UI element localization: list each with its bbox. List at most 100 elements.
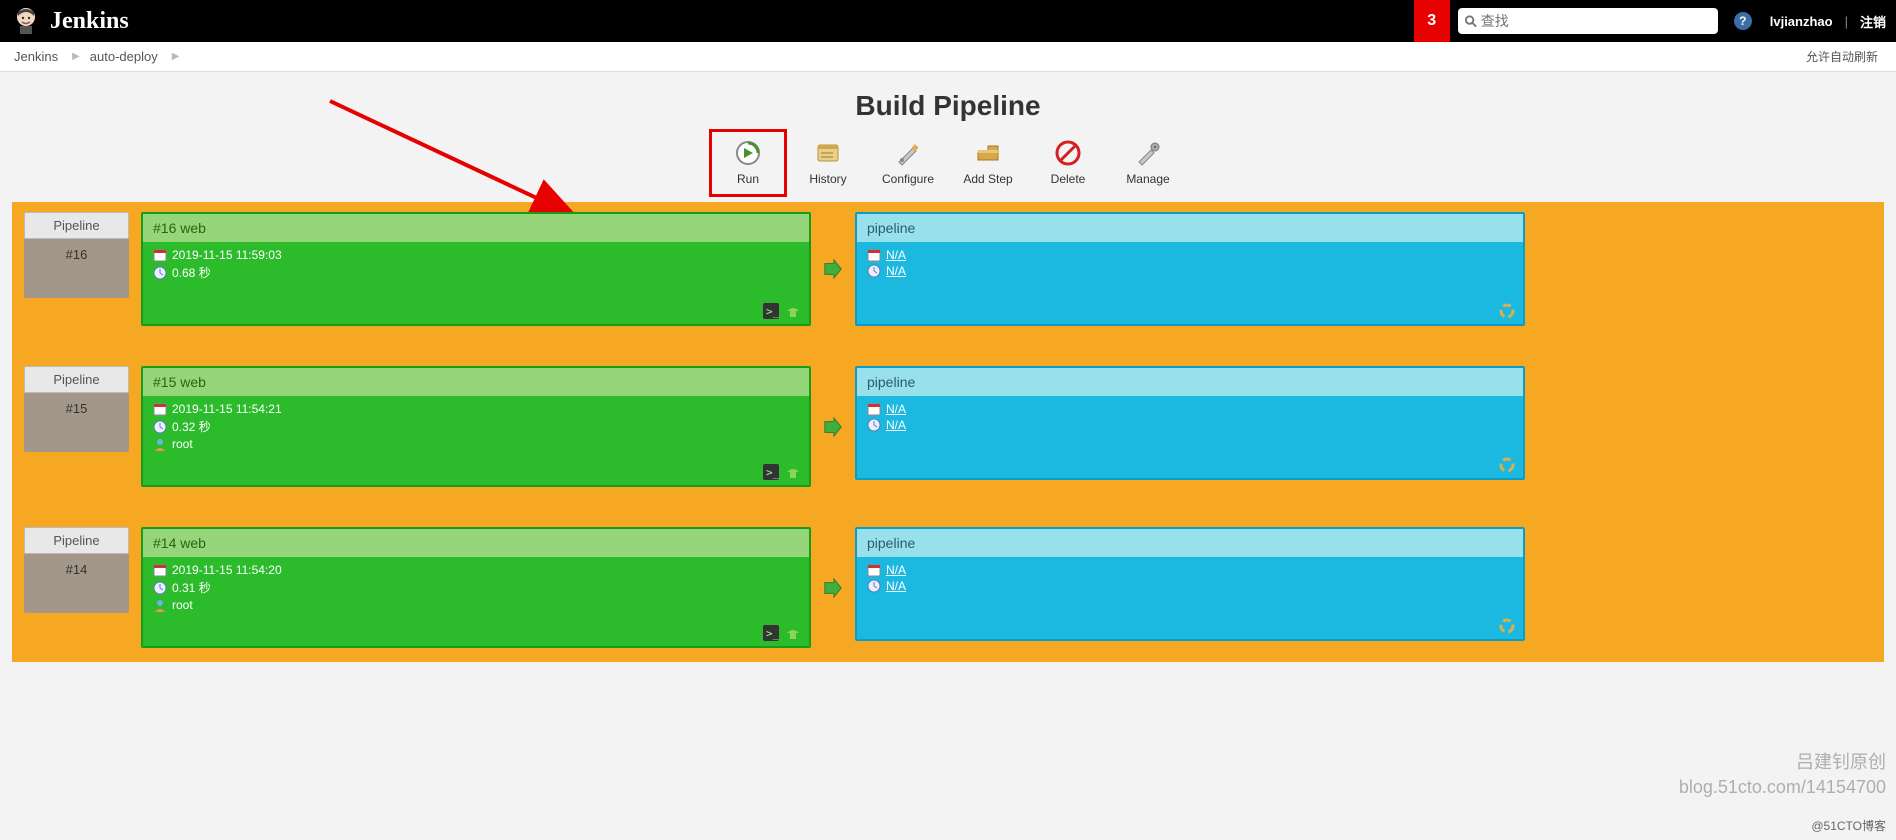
stage-connector xyxy=(823,417,843,437)
pipeline-side-label: Pipeline xyxy=(24,527,129,554)
breadcrumb: Jenkins ▶ auto-deploy ▶ 允许自动刷新 xyxy=(0,42,1896,72)
delete-button[interactable]: Delete xyxy=(1034,134,1102,192)
top-header: Jenkins 3 ? lvjianzhao | 注销 xyxy=(0,0,1896,42)
pipeline-build-number: #15 xyxy=(66,401,88,416)
add-step-icon xyxy=(975,140,1001,166)
notification-badge[interactable]: 3 xyxy=(1414,0,1450,42)
pipeline-toolbar: Run History Configure Add Step Delete Ma… xyxy=(0,134,1896,192)
history-button[interactable]: History xyxy=(794,134,862,192)
clock-icon xyxy=(153,266,167,280)
downstream-stage-card[interactable]: pipeline N/A N/A xyxy=(855,527,1525,641)
add-step-button[interactable]: Add Step xyxy=(954,134,1022,192)
trigger-icon[interactable] xyxy=(1499,303,1515,319)
na-duration-link[interactable]: N/A xyxy=(886,264,906,278)
watermark-line2: blog.51cto.com/14154700 xyxy=(1679,775,1886,800)
trigger-icon[interactable] xyxy=(1499,457,1515,473)
breadcrumb-item-auto-deploy[interactable]: auto-deploy xyxy=(90,49,158,64)
na-timestamp-link[interactable]: N/A xyxy=(886,402,906,416)
page-title: Build Pipeline xyxy=(0,90,1896,122)
user-icon xyxy=(153,437,167,451)
build-timestamp: 2019-11-15 11:54:20 xyxy=(172,563,282,577)
stage-title: #14 web xyxy=(143,529,809,557)
pipeline-grid: Pipeline #16 #16 web 2019-11-15 11:59:03… xyxy=(12,202,1884,662)
na-timestamp-link[interactable]: N/A xyxy=(886,248,906,262)
build-stage-card[interactable]: #16 web 2019-11-15 11:59:03 0.68 秒 xyxy=(141,212,811,326)
clock-icon xyxy=(867,418,881,432)
brand-area[interactable]: Jenkins xyxy=(0,6,141,36)
manage-icon xyxy=(1135,140,1161,166)
help-button[interactable]: ? xyxy=(1734,12,1752,30)
console-icon[interactable] xyxy=(763,464,779,480)
main-content: Build Pipeline Run History Configure Add… xyxy=(0,72,1896,662)
na-duration-link[interactable]: N/A xyxy=(886,418,906,432)
delete-icon xyxy=(1055,140,1081,166)
stage-connector xyxy=(823,578,843,598)
stage-title: #16 web xyxy=(143,214,809,242)
pipeline-side-box: Pipeline #14 xyxy=(24,527,129,613)
na-timestamp-link[interactable]: N/A xyxy=(886,563,906,577)
tool-label: Run xyxy=(716,172,780,186)
run-icon xyxy=(735,140,761,166)
calendar-icon xyxy=(867,248,881,262)
stage-title: pipeline xyxy=(857,214,1523,242)
build-stage-card[interactable]: #14 web 2019-11-15 11:54:20 0.31 秒 root xyxy=(141,527,811,648)
pipeline-side-label: Pipeline xyxy=(24,212,129,239)
username-link[interactable]: lvjianzhao xyxy=(1770,14,1833,29)
brand-text: Jenkins xyxy=(50,8,129,35)
search-box[interactable] xyxy=(1458,8,1718,34)
build-duration: 0.31 秒 xyxy=(172,579,211,596)
pipeline-build-number: #14 xyxy=(66,562,88,577)
jenkins-logo-icon xyxy=(12,6,40,36)
help-icon: ? xyxy=(1734,12,1752,30)
rerun-icon[interactable] xyxy=(785,303,801,319)
build-duration: 0.32 秒 xyxy=(172,418,211,435)
console-icon[interactable] xyxy=(763,625,779,641)
search-input[interactable] xyxy=(1481,13,1712,29)
pipeline-build-number: #16 xyxy=(66,247,88,262)
trigger-icon[interactable] xyxy=(1499,618,1515,634)
tool-label: Add Step xyxy=(956,172,1020,186)
history-icon xyxy=(815,140,841,166)
watermark-line1: 吕建钊原创 xyxy=(1679,750,1886,775)
header-separator: | xyxy=(1845,14,1848,29)
watermark: 吕建钊原创 blog.51cto.com/14154700 xyxy=(1679,750,1886,800)
logout-link[interactable]: 注销 xyxy=(1860,12,1886,31)
calendar-icon xyxy=(867,402,881,416)
pipeline-side-box: Pipeline #16 xyxy=(24,212,129,298)
downstream-stage-card[interactable]: pipeline N/A N/A xyxy=(855,366,1525,480)
manage-button[interactable]: Manage xyxy=(1114,134,1182,192)
breadcrumb-item-jenkins[interactable]: Jenkins xyxy=(14,49,58,64)
clock-icon xyxy=(153,581,167,595)
stage-title: pipeline xyxy=(857,529,1523,557)
rerun-icon[interactable] xyxy=(785,625,801,641)
stage-title: #15 web xyxy=(143,368,809,396)
calendar-icon xyxy=(153,402,167,416)
stage-title: pipeline xyxy=(857,368,1523,396)
build-timestamp: 2019-11-15 11:54:21 xyxy=(172,402,282,416)
user-icon xyxy=(153,598,167,612)
tool-label: Delete xyxy=(1036,172,1100,186)
calendar-icon xyxy=(153,248,167,262)
stage-connector xyxy=(823,259,843,279)
arrow-right-icon xyxy=(823,259,843,279)
console-icon[interactable] xyxy=(763,303,779,319)
arrow-right-icon xyxy=(823,578,843,598)
rerun-icon[interactable] xyxy=(785,464,801,480)
build-stage-card[interactable]: #15 web 2019-11-15 11:54:21 0.32 秒 root xyxy=(141,366,811,487)
na-duration-link[interactable]: N/A xyxy=(886,579,906,593)
calendar-icon xyxy=(867,563,881,577)
pipeline-row: Pipeline #15 #15 web 2019-11-15 11:54:21… xyxy=(24,366,1872,487)
tool-label: Manage xyxy=(1116,172,1180,186)
breadcrumb-chevron-icon: ▶ xyxy=(172,51,180,62)
tool-label: History xyxy=(796,172,860,186)
arrow-right-icon xyxy=(823,417,843,437)
clock-icon xyxy=(867,579,881,593)
pipeline-row: Pipeline #14 #14 web 2019-11-15 11:54:20… xyxy=(24,527,1872,648)
configure-button[interactable]: Configure xyxy=(874,134,942,192)
configure-icon xyxy=(895,140,921,166)
auto-refresh-link[interactable]: 允许自动刷新 xyxy=(1806,48,1878,65)
downstream-stage-card[interactable]: pipeline N/A N/A xyxy=(855,212,1525,326)
tool-label: Configure xyxy=(876,172,940,186)
build-duration: 0.68 秒 xyxy=(172,264,211,281)
run-button[interactable]: Run xyxy=(714,134,782,192)
